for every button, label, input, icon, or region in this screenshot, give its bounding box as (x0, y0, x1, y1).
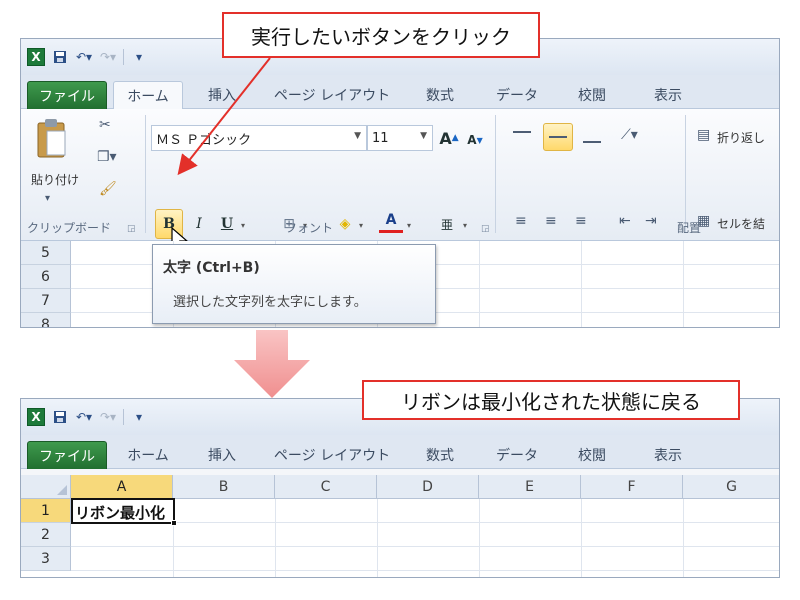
column-gridline (581, 499, 582, 577)
down-arrow-icon (234, 330, 310, 398)
column-header[interactable]: E (479, 475, 581, 499)
active-cell-border (71, 498, 175, 524)
ribbon-tabs: ファイル ホーム 挿入 ページ レイアウト 数式 データ 校閲 表示 (21, 435, 779, 469)
tab-insert[interactable]: 挿入 (197, 441, 247, 469)
save-icon[interactable] (51, 408, 69, 426)
row-header[interactable]: 3 (21, 547, 71, 571)
tab-formulas[interactable]: 数式 (415, 441, 465, 469)
column-header[interactable]: F (581, 475, 683, 499)
excel-window-minimized: X ↶▾ ↷▾ ▾ ファイル ホーム 挿入 ページ レイアウト 数式 データ 校… (20, 398, 780, 578)
column-header[interactable]: C (275, 475, 377, 499)
column-header[interactable]: A (71, 475, 173, 499)
table-row[interactable] (71, 523, 779, 547)
tab-file[interactable]: ファイル (27, 441, 107, 469)
tab-home[interactable]: ホーム (113, 441, 183, 469)
table-row[interactable] (71, 499, 779, 523)
tab-review[interactable]: 校閲 (567, 441, 617, 469)
tab-view[interactable]: 表示 (643, 441, 693, 469)
callout-bottom: リボンは最小化された状態に戻る (362, 380, 740, 420)
row-header[interactable]: 1 (21, 499, 71, 523)
excel-logo-icon: X (27, 408, 45, 426)
customize-qat-icon[interactable]: ▾ (130, 408, 148, 426)
qat-separator (123, 409, 124, 425)
redo-icon[interactable]: ↷▾ (99, 408, 117, 426)
row-header[interactable]: 2 (21, 523, 71, 547)
column-gridline (479, 499, 480, 577)
column-header[interactable]: D (377, 475, 479, 499)
column-header[interactable]: G (683, 475, 779, 499)
arrow-to-bold (177, 57, 271, 176)
fill-handle[interactable] (171, 520, 177, 526)
table-row[interactable] (71, 547, 779, 571)
worksheet-grid-bottom: A B C D E F G 1 2 3 リボン最小化 (21, 475, 779, 577)
column-gridline (275, 499, 276, 577)
tab-page-layout[interactable]: ページ レイアウト (267, 441, 397, 469)
tab-data[interactable]: データ (487, 441, 547, 469)
column-gridline (683, 499, 684, 577)
select-all-corner[interactable] (21, 475, 71, 499)
column-gridline (377, 499, 378, 577)
column-header[interactable]: B (173, 475, 275, 499)
undo-icon[interactable]: ↶▾ (75, 408, 93, 426)
